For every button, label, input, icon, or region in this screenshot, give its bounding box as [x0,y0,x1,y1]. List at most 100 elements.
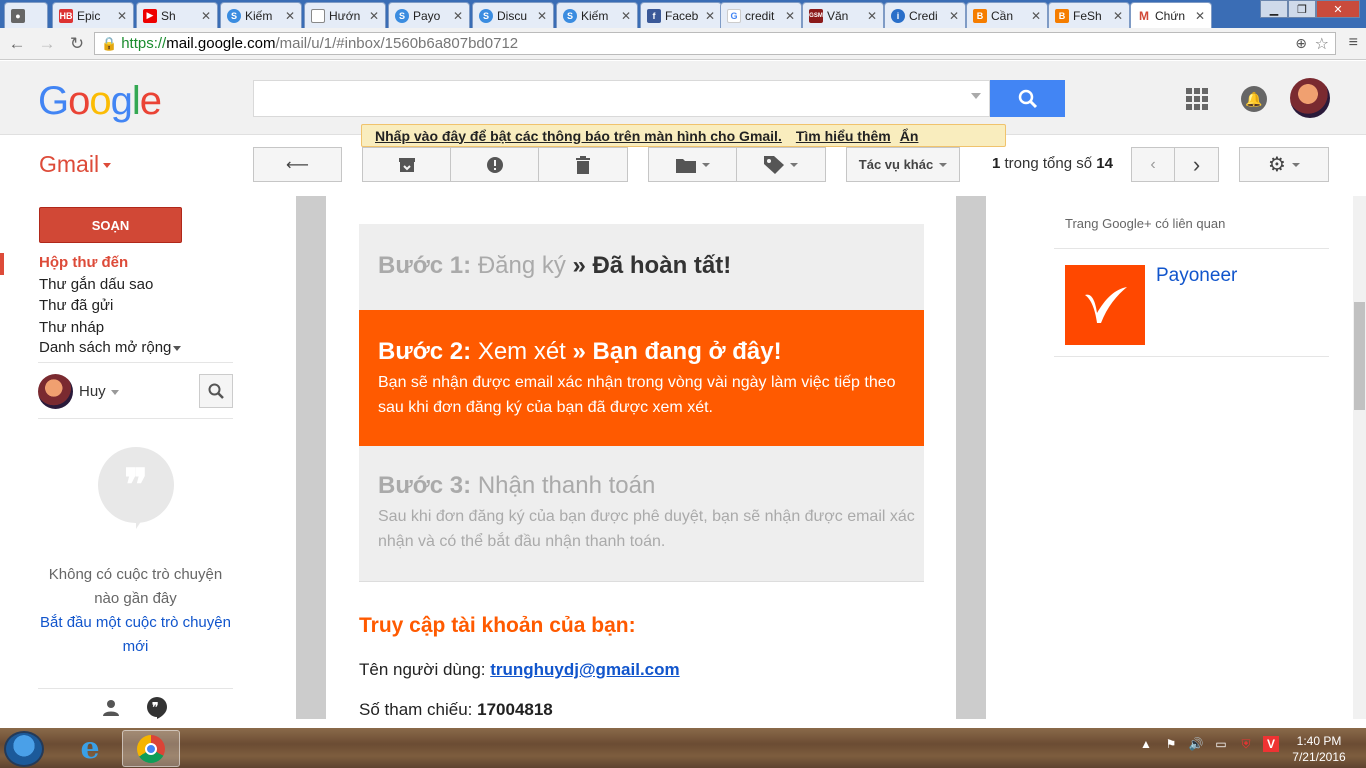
step-2-box: Bước 2: Xem xét » Bạn đang ở đây! Bạn sẽ… [359,310,924,446]
s-icon: S [563,8,577,23]
pagination-status: 1 trong tổng số 14 [992,155,1113,172]
gmail-app-switcher[interactable]: Gmail [39,151,112,178]
url-input[interactable]: 🔒 https://mail.google.com/mail/u/1/#inbo… [94,32,1336,55]
browser-tab[interactable]: B FeSh ✕ [1048,2,1130,28]
start-new-chat-link[interactable]: Bắt đầu một cuộc trò chuyện mới [38,611,233,659]
maximize-button[interactable]: ❐ [1288,0,1316,18]
taskbar-chrome[interactable] [122,730,180,767]
close-icon[interactable]: ✕ [785,9,795,23]
browser-tab-active[interactable]: M Chứn ✕ [1130,2,1212,28]
close-icon[interactable]: ✕ [867,9,877,23]
sidebar-item-sent[interactable]: Thư đã gửi [39,297,113,314]
start-button[interactable] [4,731,44,767]
mail-search-input[interactable] [253,80,990,117]
close-icon[interactable]: ✕ [201,9,211,23]
browser-tab[interactable]: Hướn ✕ [304,2,386,28]
security-shield-icon[interactable]: ⛨ [1238,736,1254,752]
reload-button[interactable]: ↻ [64,34,90,54]
network-icon[interactable]: ▭ [1213,736,1229,752]
close-icon[interactable]: ✕ [705,9,715,23]
learn-more-link[interactable]: Tìm hiểu thêm [796,128,891,144]
browser-tab[interactable]: B Cần ✕ [966,2,1048,28]
close-icon[interactable]: ✕ [369,9,379,23]
hb-icon: HB [59,8,73,23]
taskbar-clock[interactable]: 1:40 PM 7/21/2016 [1284,733,1354,765]
compose-button[interactable]: SOẠN [39,207,182,243]
hide-notification-link[interactable]: Ẩn [900,128,919,144]
hangouts-chat-tab[interactable]: ❞ [134,691,180,725]
label-tag-icon [764,155,784,174]
divider [38,362,233,363]
browser-menu-icon[interactable]: ≡ [1349,34,1358,52]
back-button[interactable]: ← [4,34,30,54]
close-icon[interactable]: ✕ [285,9,295,23]
back-arrow-icon: ⟵ [286,156,309,174]
payoneer-page-link[interactable]: Payoneer [1156,265,1237,287]
enable-notifications-link[interactable]: Nhấp vào đây để bật các thông báo trên m… [375,128,782,144]
move-to-button[interactable] [648,147,737,182]
bookmark-star-icon[interactable]: ☆ [1315,34,1329,54]
labels-button[interactable] [736,147,826,182]
hangouts-bottom-tabs: ❞ [38,689,233,725]
tab-incognito[interactable]: ● [4,2,48,28]
zoom-icon[interactable]: ⊕ [1295,35,1307,52]
browser-tab[interactable]: GSM Văn ✕ [802,2,884,28]
close-icon[interactable]: ✕ [453,9,463,23]
close-icon[interactable]: ✕ [1031,9,1041,23]
close-icon[interactable]: ✕ [537,9,547,23]
lock-icon: 🔒 [101,35,118,51]
sidebar-item-drafts[interactable]: Thư nháp [39,319,104,336]
browser-tab[interactable]: S Payo ✕ [388,2,470,28]
folder-icon [675,158,696,173]
close-icon[interactable]: ✕ [621,9,631,23]
close-icon[interactable]: ✕ [1195,9,1205,23]
forward-button[interactable]: → [34,34,60,54]
taskbar-internet-explorer[interactable]: e [61,730,119,767]
username-email-link[interactable]: trunghuydj@gmail.com [490,660,679,679]
close-icon[interactable]: ✕ [949,9,959,23]
browser-tab[interactable]: S Discu ✕ [472,2,554,28]
show-hidden-icons-icon[interactable]: ▲ [1138,736,1154,752]
more-actions-button[interactable]: Tác vụ khác [846,147,960,182]
window-close-button[interactable]: ✕ [1316,0,1360,18]
hangouts-search-button[interactable] [199,374,233,408]
volume-icon[interactable]: 🔊 [1188,736,1204,752]
report-spam-button[interactable] [450,147,539,182]
vivaldi-icon[interactable]: V [1263,736,1279,752]
browser-tab[interactable]: f Faceb ✕ [640,2,722,28]
settings-button[interactable]: ⚙ [1239,147,1329,182]
page-scrollbar[interactable] [1353,196,1366,719]
search-button[interactable] [990,80,1065,117]
payoneer-logo[interactable] [1065,265,1145,345]
back-to-inbox-button[interactable]: ⟵ [253,147,342,182]
search-options-caret[interactable] [971,93,981,99]
hangouts-user-menu[interactable]: Huy [79,383,119,400]
sidebar-item-starred[interactable]: Thư gắn dấu sao [39,276,153,293]
browser-tab[interactable]: HB Epic ✕ [52,2,134,28]
archive-button[interactable] [362,147,451,182]
browser-tab[interactable]: ▶ Sh ✕ [136,2,218,28]
sidebar-item-inbox[interactable]: Hộp thư đến [39,254,128,271]
delete-button[interactable] [538,147,628,182]
avatar[interactable] [38,374,73,409]
minimize-button[interactable]: ▁ [1260,0,1288,18]
no-recent-chats-text: Không có cuộc trò chuyện nào gần đây [48,566,223,607]
chevron-down-icon [701,162,710,167]
notifications-bell-icon[interactable]: 🔔 [1241,86,1267,112]
newer-button[interactable]: ‹ [1131,147,1175,182]
scrollbar-thumb[interactable] [1354,302,1365,410]
close-icon[interactable]: ✕ [117,9,127,23]
browser-tab[interactable]: S Kiếm ✕ [220,2,302,28]
action-center-flag-icon[interactable]: ⚑ [1163,736,1179,752]
sidebar-item-more[interactable]: Danh sách mở rộng [39,339,182,356]
contacts-person-icon[interactable] [102,699,120,717]
older-button[interactable]: › [1174,147,1219,182]
browser-tab[interactable]: i Credi ✕ [884,2,966,28]
apps-grid-icon[interactable] [1186,88,1208,110]
close-icon[interactable]: ✕ [1113,9,1123,23]
s-icon: S [479,8,493,23]
account-avatar[interactable] [1290,78,1330,118]
google-logo[interactable]: Google [38,79,162,124]
browser-tab[interactable]: S Kiếm ✕ [556,2,638,28]
browser-tab[interactable]: G credit ✕ [720,2,802,28]
